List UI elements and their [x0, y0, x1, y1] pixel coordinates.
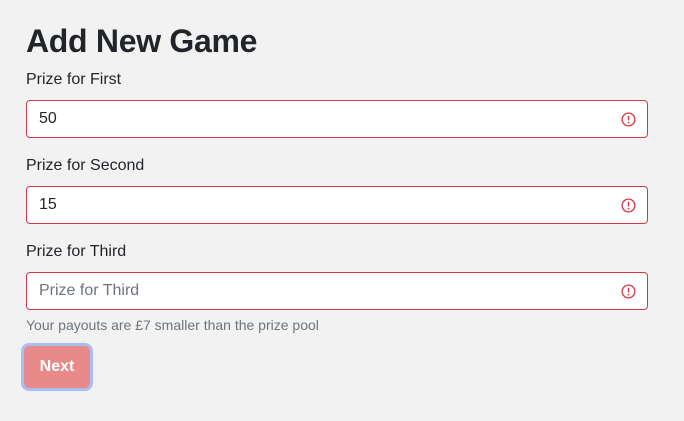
exclamation-circle-icon — [621, 112, 636, 127]
exclamation-circle-icon — [621, 198, 636, 213]
prize-third-label: Prize for Third — [26, 243, 127, 260]
prize-second-input[interactable] — [27, 187, 647, 223]
prize-first-input-wrapper — [26, 100, 648, 138]
next-button[interactable]: Next — [24, 346, 90, 388]
prize-first-input[interactable] — [27, 101, 647, 137]
prize-first-field: Prize for First — [26, 70, 648, 138]
prize-third-input[interactable] — [27, 273, 647, 309]
payout-help-text: Your payouts are £7 smaller than the pri… — [26, 317, 319, 333]
exclamation-circle-icon — [621, 284, 636, 299]
prize-first-label: Prize for First — [26, 71, 122, 88]
add-game-page: Add New Game Prize for First Prize for S… — [0, 0, 684, 421]
prize-second-input-wrapper — [26, 186, 648, 224]
prize-third-field: Prize for Third Your payouts are £7 smal… — [26, 242, 648, 334]
prize-second-field: Prize for Second — [26, 156, 648, 224]
page-title: Add New Game — [26, 23, 258, 59]
prize-second-label: Prize for Second — [26, 157, 145, 174]
prize-third-input-wrapper — [26, 272, 648, 310]
